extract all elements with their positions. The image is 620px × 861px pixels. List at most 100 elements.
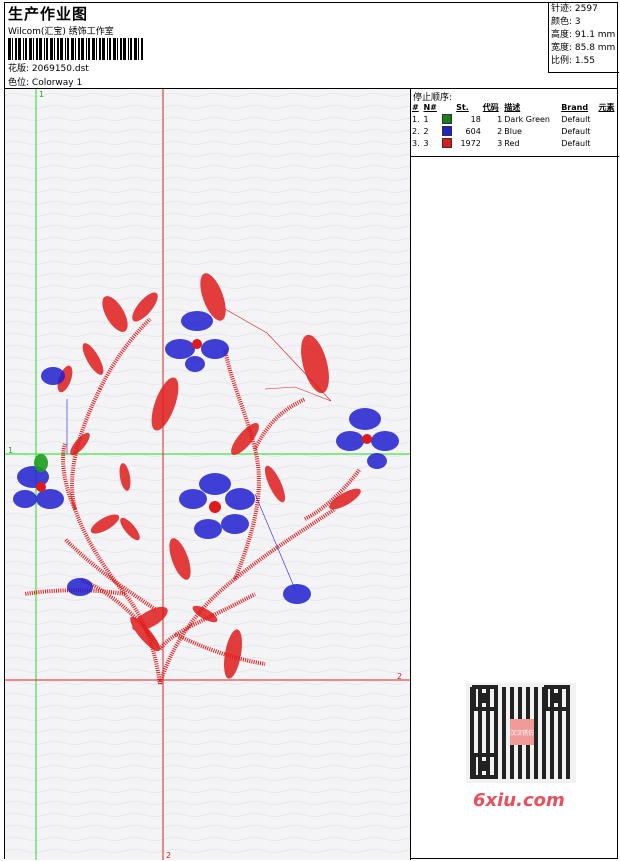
qr-cell [502, 711, 506, 715]
col-stitches: St. [456, 103, 469, 112]
qr-cell [478, 731, 482, 735]
qr-cell [550, 771, 554, 775]
watermark-text: 6xiu.com [473, 790, 565, 811]
thread-color-table: # N# St. 代码 描述 Brand 元素 1. 1 18 1 Dark G… [411, 102, 619, 149]
qr-cell [502, 743, 506, 747]
qr-cell [534, 751, 538, 755]
qr-cell [486, 703, 490, 707]
table-row[interactable]: 2. 2 604 2 Blue Default [411, 125, 619, 137]
qr-cell [526, 711, 530, 715]
table-header-row: # N# St. 代码 描述 Brand 元素 [411, 102, 619, 113]
qr-cell [534, 695, 538, 699]
table-row[interactable]: 3. 3 1972 3 Red Default [411, 137, 619, 149]
qr-cell [502, 751, 506, 755]
qr-cell [486, 735, 490, 739]
qr-code[interactable]: 汉汉锈仿 [466, 683, 576, 783]
qr-cell [534, 743, 538, 747]
barcode-bar [44, 38, 45, 60]
qr-cell [494, 735, 498, 739]
qr-cell [550, 723, 554, 727]
qr-cell [534, 731, 538, 735]
flower-small-bottom-left [67, 578, 93, 596]
colorway-value: Colorway 1 [31, 78, 83, 88]
color-swatch-cell [441, 125, 455, 137]
qr-cell [494, 723, 498, 727]
barcode-bar [99, 38, 101, 60]
green-bud [34, 454, 48, 472]
qr-cell [558, 715, 562, 719]
qr-cell [534, 687, 538, 691]
barcode-bar [96, 38, 97, 60]
barcode-bar [12, 38, 13, 60]
col-element: 元素 [598, 103, 615, 112]
barcode-bar [75, 38, 76, 60]
col-number: N# [423, 103, 437, 112]
qr-cell [566, 739, 570, 743]
row-index: 3. [412, 138, 420, 148]
qr-cell [534, 715, 538, 719]
qr-cell [494, 715, 498, 719]
qr-cell [550, 755, 554, 759]
qr-logo-text: 汉汉锈仿 [510, 729, 534, 737]
qr-cell [566, 715, 570, 719]
qr-cell [518, 767, 522, 771]
software-subtitle: Wilcom(汇宝) 绣饰工作室 [8, 27, 114, 37]
qr-cell [526, 707, 530, 711]
barcode-bar [141, 38, 143, 60]
qr-cell [534, 703, 538, 707]
flower-small-top-left [41, 367, 65, 385]
qr-cell [550, 747, 554, 751]
qr-cell [550, 727, 554, 731]
row-number: 2 [423, 126, 429, 136]
qr-cell [526, 759, 530, 763]
qr-cell [470, 723, 474, 727]
qr-cell [502, 723, 506, 727]
color-swatch-cell [441, 113, 455, 125]
table-row[interactable]: 1. 1 18 1 Dark Green Default [411, 113, 619, 125]
qr-cell [502, 759, 506, 763]
row-stitches: 604 [465, 126, 481, 136]
qr-cell [518, 699, 522, 703]
barcode-bar [128, 38, 129, 60]
colorway-line: 色位: Colorway 1 [8, 75, 82, 88]
qr-cell [486, 731, 490, 735]
qr-cell [550, 719, 554, 723]
qr-cell [510, 715, 514, 719]
qr-cell [550, 715, 554, 719]
qr-cell [550, 739, 554, 743]
qr-cell [542, 747, 546, 751]
qr-cell [494, 731, 498, 735]
qr-cell [478, 715, 482, 719]
design-preview-canvas[interactable]: 1 1 2 2 [5, 89, 411, 860]
qr-cell [550, 711, 554, 715]
qr-cell [542, 731, 546, 735]
qr-cell [534, 699, 538, 703]
qr-cell [510, 763, 514, 767]
barcode-bar [33, 38, 34, 60]
qr-cell [494, 719, 498, 723]
qr-cell [502, 735, 506, 739]
barcode-bar [81, 38, 84, 60]
qr-cell [550, 703, 554, 707]
qr-cell [566, 767, 570, 771]
guide-label-green-v: 1 [39, 90, 44, 99]
qr-cell [542, 775, 546, 779]
qr-cell [534, 727, 538, 731]
page-title: 生产作业图 [8, 5, 89, 23]
qr-cell [486, 723, 490, 727]
qr-cell [526, 771, 530, 775]
qr-cell [518, 711, 522, 715]
row-brand: Default [561, 114, 591, 124]
qr-cell [486, 743, 490, 747]
qr-cell [542, 751, 546, 755]
qr-cell [486, 715, 490, 719]
barcode-bar [54, 38, 55, 60]
qr-cell [518, 759, 522, 763]
guide-label-red-v: 2 [166, 851, 171, 860]
qr-cell [566, 719, 570, 723]
barcode-bar [123, 38, 126, 60]
qr-cell [566, 755, 570, 759]
embroidery-preview: 1 1 2 2 [5, 89, 410, 860]
qr-cell [470, 711, 474, 715]
qr-cell [518, 771, 522, 775]
